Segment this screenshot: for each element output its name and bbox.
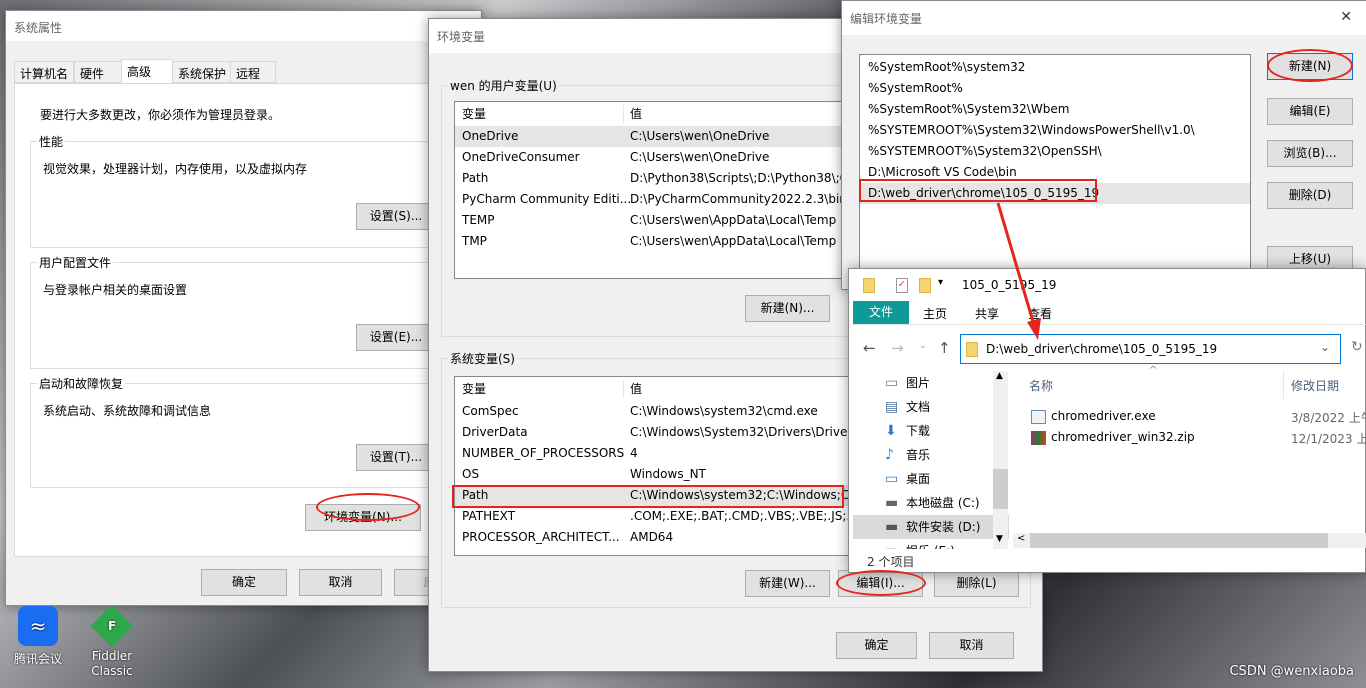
annotation-arrow [996,202,1041,340]
